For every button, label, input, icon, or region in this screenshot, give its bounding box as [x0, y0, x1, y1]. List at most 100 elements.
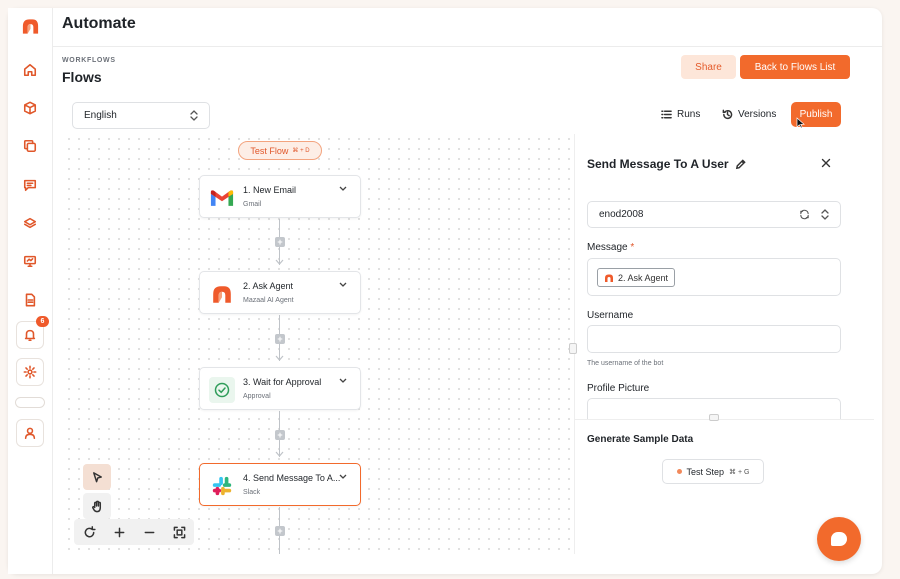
node-subtitle: Mazaal AI Agent — [243, 297, 294, 304]
app-title: Automate — [62, 15, 136, 32]
test-step-button[interactable]: Test Step ⌘ + G — [662, 459, 764, 484]
close-icon[interactable] — [820, 157, 832, 169]
notification-badge: 6 — [36, 316, 49, 327]
rotate-icon — [84, 525, 96, 537]
versions-button[interactable]: Versions — [722, 109, 776, 120]
layers-icon[interactable] — [16, 209, 44, 237]
message-label-text: Message — [587, 242, 628, 253]
node-title: 1. New Email — [243, 185, 297, 195]
flow-node-ask-agent[interactable]: 2. Ask Agent Mazaal AI Agent — [199, 271, 361, 314]
required-marker: * — [630, 242, 635, 253]
list-icon — [661, 110, 672, 119]
history-icon — [722, 109, 733, 120]
arrow-down-icon — [275, 451, 284, 457]
divider-drag-handle[interactable] — [709, 414, 719, 421]
test-step-label: Test Step — [686, 466, 725, 477]
document-icon[interactable] — [16, 286, 44, 314]
breadcrumb[interactable]: WORKFLOWS — [62, 57, 116, 64]
arrow-down-icon — [275, 259, 284, 265]
zoom-controls — [74, 519, 194, 545]
message-label: Message * — [587, 242, 634, 253]
zoom-in-button[interactable] — [104, 519, 134, 545]
language-value: English — [84, 110, 117, 121]
minus-icon — [144, 531, 154, 533]
runs-label: Runs — [677, 109, 701, 120]
hand-icon — [91, 500, 101, 512]
chevron-down-icon[interactable] — [339, 282, 347, 288]
share-button[interactable]: Share — [681, 55, 736, 79]
variable-chip[interactable]: 2. Ask Agent — [597, 268, 676, 287]
generate-sample-data-title: Generate Sample Data — [587, 434, 694, 445]
chevron-down-icon[interactable] — [339, 186, 347, 192]
gmail-icon — [209, 185, 235, 211]
node-title: 2. Ask Agent — [243, 281, 294, 291]
flow-node-send-message[interactable]: 4. Send Message To A... Slack — [199, 463, 361, 506]
node-title: 3. Wait for Approval — [243, 377, 322, 387]
rail-toggle-pill[interactable] — [15, 397, 45, 408]
chevron-down-icon[interactable] — [339, 378, 347, 384]
panel-resize-handle[interactable] — [569, 343, 577, 354]
pencil-edit-icon[interactable] — [735, 158, 746, 170]
username-label: Username — [587, 310, 634, 321]
check-circle-icon — [209, 377, 235, 403]
account-value: enod2008 — [599, 209, 644, 220]
language-select[interactable]: English — [72, 102, 210, 129]
mazaal-icon — [605, 274, 613, 282]
pointer-icon — [92, 471, 102, 482]
monitor-icon[interactable] — [16, 247, 44, 275]
mouse-cursor-icon — [796, 117, 805, 129]
chevron-down-icon[interactable] — [339, 474, 347, 480]
chevron-updown-icon — [190, 110, 198, 121]
sidebar: 6 — [8, 8, 53, 574]
chip-label: 2. Ask Agent — [618, 272, 669, 283]
plus-icon — [114, 527, 124, 537]
test-flow-button[interactable]: Test Flow ⌘ + D — [238, 141, 322, 160]
profile-picture-label: Profile Picture — [587, 383, 650, 394]
add-step-button[interactable]: + — [275, 334, 285, 344]
arrow-down-icon — [275, 355, 284, 361]
page-title: Flows — [62, 69, 102, 85]
flow-node-new-email[interactable]: 1. New Email Gmail — [199, 175, 361, 218]
fit-view-button[interactable] — [164, 519, 194, 545]
node-title: 4. Send Message To A... — [243, 473, 341, 483]
refresh-icon[interactable] — [799, 209, 810, 220]
username-hint: The username of the bot — [587, 360, 664, 367]
mazaal-logo[interactable] — [21, 18, 40, 34]
panel-divider — [574, 419, 874, 420]
settings-gear-icon[interactable] — [16, 358, 44, 386]
node-subtitle: Slack — [243, 489, 261, 496]
user-icon[interactable] — [16, 419, 44, 447]
test-flow-label: Test Flow — [250, 145, 289, 156]
status-dot — [676, 469, 682, 474]
reset-view-button[interactable] — [74, 519, 104, 545]
flow-node-wait-for-approval[interactable]: 3. Wait for Approval Approval — [199, 367, 361, 410]
username-input[interactable] — [587, 325, 841, 353]
test-step-shortcut: ⌘ + G — [729, 468, 750, 476]
slack-icon — [209, 473, 235, 499]
zoom-out-button[interactable] — [134, 519, 164, 545]
runs-button[interactable]: Runs — [661, 109, 700, 120]
node-subtitle: Gmail — [243, 201, 262, 208]
add-step-button[interactable]: + — [275, 237, 285, 247]
chat-bubble-icon — [831, 532, 847, 546]
chat-icon[interactable] — [16, 171, 44, 199]
versions-label: Versions — [738, 109, 777, 120]
pan-tool-button[interactable] — [83, 493, 111, 519]
select-tool-button[interactable] — [83, 464, 111, 490]
cube-icon[interactable] — [16, 94, 44, 122]
mazaal-icon — [209, 281, 235, 307]
copy-icon[interactable] — [16, 132, 44, 160]
panel-title: Send Message To A User — [587, 157, 729, 171]
add-step-button[interactable]: + — [275, 526, 285, 536]
account-select[interactable]: enod2008 — [587, 201, 841, 228]
top-bar: Automate — [53, 8, 882, 47]
test-flow-shortcut: ⌘ + D — [292, 148, 310, 154]
support-chat-button[interactable] — [817, 517, 861, 561]
add-step-button[interactable]: + — [275, 430, 285, 440]
home-icon[interactable] — [16, 56, 44, 84]
fit-screen-icon — [173, 526, 185, 538]
message-input[interactable]: 2. Ask Agent — [587, 258, 841, 296]
chevron-updown-icon — [821, 209, 829, 220]
node-subtitle: Approval — [243, 393, 271, 400]
back-to-flows-button[interactable]: Back to Flows List — [740, 55, 850, 79]
